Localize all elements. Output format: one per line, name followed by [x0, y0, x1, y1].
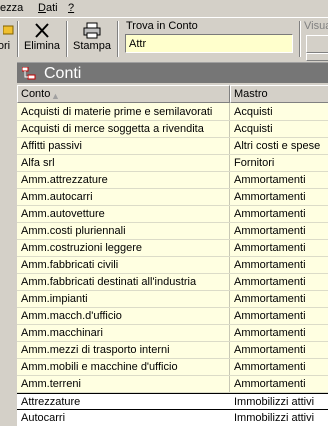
table-row[interactable]: Amm.attrezzature Ammortamenti: [17, 172, 328, 189]
table-row[interactable]: Amm.autovetture Ammortamenti: [17, 206, 328, 223]
new-button[interactable]: ori: [0, 20, 14, 58]
cell-mastro: Ammortamenti: [234, 225, 306, 237]
cell-mastro: Acquisti: [234, 106, 273, 118]
table-row[interactable]: Amm.costruzioni leggere Ammortamenti: [17, 240, 328, 257]
cell-mastro: Ammortamenti: [234, 327, 306, 339]
delete-button[interactable]: Elimina: [22, 20, 62, 58]
panel-header: Conti: [17, 62, 328, 83]
cell-conto: Alfa srl: [21, 157, 55, 169]
cell-mastro: Altri costi e spese: [234, 140, 321, 152]
cell-conto: Acquisti di merce soggetta a rivendita: [21, 123, 204, 135]
table-row[interactable]: Alfa srl Fornitori: [17, 155, 328, 172]
new-button-label: ori: [0, 40, 11, 52]
cell-mastro: Ammortamenti: [234, 242, 306, 254]
table-row[interactable]: Attrezzature Immobilizzi attivi: [17, 393, 328, 410]
delete-x-icon: [35, 23, 49, 38]
cell-conto: Affitti passivi: [21, 140, 82, 152]
cell-conto: Amm.macchinari: [21, 327, 103, 339]
toolbar: ori Elimina Stampa Trova in Conto Visua: [0, 17, 328, 61]
cell-conto: Amm.costruzioni leggere: [21, 242, 143, 254]
cell-mastro: Ammortamenti: [234, 344, 306, 356]
cell-mastro: Ammortamenti: [234, 378, 306, 390]
search-label: Trova in Conto: [126, 20, 198, 32]
cell-mastro: Ammortamenti: [234, 191, 306, 203]
cell-conto: Amm.autovetture: [21, 208, 105, 220]
printer-icon: [83, 22, 101, 39]
view-label: Visua: [304, 20, 328, 32]
menu-item-help[interactable]: ?: [68, 1, 74, 16]
menu-bar: tezza Dati ?: [0, 0, 328, 17]
delete-button-label: Elimina: [23, 40, 61, 52]
table-row[interactable]: Amm.macch.d'ufficio Ammortamenti: [17, 308, 328, 325]
cell-mastro: Ammortamenti: [234, 259, 306, 271]
table-row[interactable]: Amm.autocarri Ammortamenti: [17, 189, 328, 206]
accounts-grid: Conto ▲ Mastro Acquisti di materie prime…: [17, 85, 328, 426]
table-row[interactable]: Amm.macchinari Ammortamenti: [17, 325, 328, 342]
cell-conto: Amm.mobili e macchine d'ufficio: [21, 361, 178, 373]
table-row[interactable]: Amm.fabbricati destinati all'industria Am…: [17, 274, 328, 291]
table-row[interactable]: Acquisti di materie prime e semilavorati…: [17, 104, 328, 121]
table-row[interactable]: Amm.mobili e macchine d'ufficio Ammortame…: [17, 359, 328, 376]
cell-conto: Amm.terreni: [21, 378, 81, 390]
sort-ascending-icon: ▲: [51, 91, 60, 101]
panel-title: Conti: [44, 65, 82, 82]
cell-mastro: Acquisti: [234, 123, 273, 135]
table-row[interactable]: Autocarri Immobilizzi attivi: [17, 410, 328, 426]
toolbar-separator: [117, 21, 119, 57]
grid-header: Conto ▲ Mastro: [17, 85, 328, 103]
toolbar-separator: [299, 21, 301, 57]
cell-mastro: Ammortamenti: [234, 174, 306, 186]
cell-mastro: Ammortamenti: [234, 361, 306, 373]
cell-conto: Amm.impianti: [21, 293, 88, 305]
cell-mastro: Ammortamenti: [234, 310, 306, 322]
table-row[interactable]: Amm.costi pluriennali Ammortamenti: [17, 223, 328, 240]
cell-conto: Amm.macch.d'ufficio: [21, 310, 122, 322]
table-row[interactable]: Acquisti di merce soggetta a rivendita Ac…: [17, 121, 328, 138]
column-header-conto[interactable]: Conto ▲: [17, 85, 230, 103]
table-row[interactable]: Amm.mezzi di trasporto interni Ammortamen…: [17, 342, 328, 359]
print-button[interactable]: Stampa: [71, 20, 113, 58]
cell-conto: Amm.mezzi di trasporto interni: [21, 344, 170, 356]
menu-item-modifica[interactable]: tezza: [0, 1, 23, 16]
view-option-button[interactable]: [306, 53, 328, 61]
search-input[interactable]: [125, 34, 293, 53]
cell-mastro: Immobilizzi attivi: [234, 412, 315, 424]
cell-mastro: Fornitori: [234, 157, 275, 169]
menu-item-dati[interactable]: Dati: [38, 1, 58, 16]
cell-conto: Acquisti di materie prime e semilavorati: [21, 106, 213, 118]
cell-conto: Attrezzature: [21, 396, 81, 408]
cell-conto: Amm.autocarri: [21, 191, 93, 203]
tree-icon: [22, 67, 36, 80]
column-header-mastro[interactable]: Mastro: [230, 85, 328, 103]
cell-conto: Amm.fabbricati civili: [21, 259, 119, 271]
cell-conto: Autocarri: [21, 412, 66, 424]
cell-conto: Amm.attrezzature: [21, 174, 108, 186]
table-row[interactable]: Amm.impianti Ammortamenti: [17, 291, 328, 308]
cell-mastro: Ammortamenti: [234, 276, 306, 288]
toolbar-separator: [66, 21, 68, 57]
print-button-label: Stampa: [73, 40, 111, 52]
view-option-button[interactable]: [306, 35, 328, 53]
cell-mastro: Ammortamenti: [234, 208, 306, 220]
cell-mastro: Ammortamenti: [234, 293, 306, 305]
cell-mastro: Immobilizzi attivi: [234, 396, 315, 408]
toolbar-separator: [17, 21, 19, 57]
table-row[interactable]: Amm.fabbricati civili Ammortamenti: [17, 257, 328, 274]
table-row[interactable]: Amm.terreni Ammortamenti: [17, 376, 328, 393]
cell-conto: Amm.fabbricati destinati all'industria: [21, 276, 197, 288]
cell-conto: Amm.costi pluriennali: [21, 225, 126, 237]
table-row[interactable]: Affitti passivi Altri costi e spese: [17, 138, 328, 155]
